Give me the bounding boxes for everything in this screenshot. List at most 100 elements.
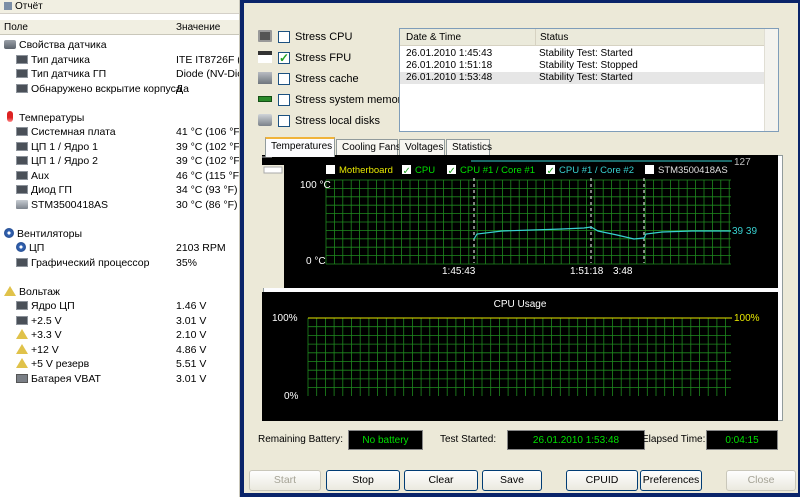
sensor-row[interactable]: ЦП 2103 RPM bbox=[0, 241, 239, 255]
fan-icon bbox=[16, 242, 26, 252]
sensor-row[interactable]: ЦП 1 / Ядро 2 39 °C (102 °F) bbox=[0, 154, 239, 168]
sensor-name: Свойства датчика bbox=[4, 38, 107, 52]
save-button[interactable]: Save bbox=[482, 470, 542, 491]
sensor-name: Вольтаж bbox=[4, 285, 60, 299]
sensor-icon bbox=[4, 40, 16, 49]
sensor-row[interactable]: Диод ГП 34 °C (93 °F) bbox=[0, 183, 239, 197]
remaining-battery-value: No battery bbox=[348, 430, 423, 450]
sensor-name-text: +12 V bbox=[31, 343, 59, 356]
fan-icon bbox=[4, 227, 14, 238]
sensor-row[interactable]: Системная плата 41 °C (106 °F) bbox=[0, 125, 239, 139]
stress-checkbox[interactable] bbox=[278, 48, 290, 68]
sensor-row[interactable]: Температуры bbox=[0, 110, 239, 125]
sensor-name-text: Свойства датчика bbox=[19, 39, 107, 51]
log-status-header[interactable]: Status bbox=[535, 29, 568, 46]
legend-checkbox[interactable] bbox=[645, 165, 654, 174]
sensor-name: Ядро ЦП bbox=[16, 299, 75, 313]
sensor-row[interactable]: Обнаружено вскрытие корпуса Да bbox=[0, 82, 239, 96]
stress-checkbox[interactable] bbox=[278, 31, 290, 43]
preferences-button[interactable]: Preferences bbox=[640, 470, 702, 491]
stress-checkbox[interactable] bbox=[278, 73, 290, 85]
sensor-value: 1.46 V bbox=[176, 300, 207, 312]
sensor-name: Графический процессор bbox=[16, 256, 149, 270]
event-log[interactable]: Date & Time Status 26.01.2010 1:45:43 Sta… bbox=[399, 28, 779, 132]
sensor-row[interactable]: +3.3 V 2.10 V bbox=[0, 328, 239, 342]
sensor-name: STM3500418AS bbox=[16, 198, 108, 212]
legend-check-mark-icon: ✓ bbox=[448, 166, 456, 177]
sensor-row[interactable]: Тип датчика ITE IT8726F (I bbox=[0, 53, 239, 67]
cpu-graph-title: CPU Usage bbox=[494, 299, 547, 310]
stress-option-label: Stress cache bbox=[295, 73, 359, 85]
graph-slider-thumb[interactable] bbox=[263, 166, 283, 174]
tab-statistics[interactable]: Statistics bbox=[446, 139, 492, 156]
sensor-row[interactable]: +5 V резерв 5.51 V bbox=[0, 357, 239, 371]
log-status: Stability Test: Stopped bbox=[539, 60, 638, 71]
sensor-name: Тип датчика bbox=[16, 53, 90, 67]
chip-icon bbox=[16, 170, 28, 180]
sensor-row[interactable]: Вольтаж bbox=[0, 285, 239, 299]
battery-icon bbox=[16, 373, 28, 383]
sensor-value: 39 °C (102 °F) bbox=[176, 155, 240, 167]
sensor-name-text: Тип датчика ГП bbox=[31, 68, 107, 80]
chip-icon bbox=[16, 127, 28, 136]
chip-icon bbox=[16, 185, 28, 194]
sensor-row[interactable]: Aux 46 °C (115 °F) bbox=[0, 169, 239, 183]
sensor-name-text: Вольтаж bbox=[19, 285, 60, 298]
field-column-header[interactable]: Поле bbox=[4, 20, 28, 35]
sensor-row[interactable]: Вентиляторы bbox=[0, 227, 239, 241]
sensor-row[interactable]: STM3500418AS 30 °C (86 °F) bbox=[0, 198, 239, 212]
sensor-row[interactable]: ЦП 1 / Ядро 1 39 °C (102 °F) bbox=[0, 140, 239, 154]
disk-icon bbox=[258, 114, 272, 126]
sensor-name: Обнаружено вскрытие корпуса bbox=[16, 82, 182, 96]
stop-button[interactable]: Stop bbox=[326, 470, 400, 491]
sensor-value: 30 °C (86 °F) bbox=[176, 198, 238, 211]
sensor-row[interactable]: Ядро ЦП 1.46 V bbox=[0, 299, 239, 313]
temperature-legend: Motherboard ✓ CPU ✓ CPU #1 / Core #1 ✓ CPU #1 … bbox=[326, 165, 728, 177]
blank-row bbox=[0, 212, 239, 226]
log-date-header[interactable]: Date & Time bbox=[406, 29, 461, 46]
sensor-row[interactable]: Свойства датчика bbox=[0, 38, 239, 52]
chip-icon bbox=[16, 301, 28, 310]
sensor-name: Батарея VBAT bbox=[16, 372, 101, 386]
log-row[interactable]: 26.01.2010 1:45:43 Stability Test: Starte… bbox=[400, 48, 764, 60]
legend-check-mark-icon: ✓ bbox=[403, 166, 411, 177]
legend-label: CPU #1 / Core #1 bbox=[460, 165, 535, 176]
sensor-name: +2.5 V bbox=[16, 314, 62, 328]
stress-option-label: Stress CPU bbox=[295, 31, 353, 43]
log-date: 26.01.2010 1:45:43 bbox=[406, 48, 493, 59]
y-axis-max-label: 100 °C bbox=[300, 180, 331, 191]
start-button[interactable]: Start bbox=[249, 470, 321, 491]
legend-checkbox[interactable] bbox=[326, 165, 335, 174]
log-scrollbar[interactable] bbox=[764, 29, 778, 131]
close-button[interactable]: Close bbox=[726, 470, 796, 491]
sensor-name: Aux bbox=[16, 169, 49, 183]
value-column-header[interactable]: Значение bbox=[176, 20, 220, 35]
log-status: Stability Test: Started bbox=[539, 72, 633, 83]
log-row[interactable]: 26.01.2010 1:51:18 Stability Test: Stoppe… bbox=[400, 60, 764, 72]
sensor-row[interactable]: Тип датчика ГП Diode (NV-Diod bbox=[0, 67, 239, 81]
tab-temperatures[interactable]: Temperatures bbox=[265, 137, 335, 157]
sensor-row[interactable]: Графический процессор 35% bbox=[0, 256, 239, 270]
sensor-row[interactable]: +2.5 V 3.01 V bbox=[0, 314, 239, 328]
sensor-row[interactable]: +12 V 4.86 V bbox=[0, 343, 239, 357]
stress-checkbox[interactable] bbox=[278, 115, 290, 127]
report-title-bar: Отчёт bbox=[0, 0, 239, 14]
log-row[interactable]: 26.01.2010 1:53:48 Stability Test: Starte… bbox=[400, 72, 764, 84]
sensor-value: 35% bbox=[176, 256, 198, 269]
report-column-header[interactable]: Поле Значение bbox=[0, 20, 239, 35]
legend-label: CPU bbox=[415, 165, 435, 176]
graph-vertical-slider[interactable] bbox=[262, 165, 284, 288]
sensor-name-text: STM3500418AS bbox=[31, 198, 109, 211]
sensor-name-text: Диод ГП bbox=[31, 184, 72, 196]
stress-checkbox[interactable] bbox=[278, 94, 290, 106]
cache-icon bbox=[258, 72, 272, 84]
x-axis-label-1: 1:45:43 bbox=[442, 266, 476, 277]
tab-cooling-fans[interactable]: Cooling Fans bbox=[336, 139, 401, 156]
cpuid-button[interactable]: CPUID bbox=[566, 470, 638, 491]
chip-icon bbox=[16, 83, 28, 93]
tab-voltages[interactable]: Voltages bbox=[399, 139, 445, 156]
sensor-name: +3.3 V bbox=[16, 328, 62, 342]
sensor-row[interactable]: Батарея VBAT 3.01 V bbox=[0, 372, 239, 386]
sensor-name-text: Обнаружено вскрытие корпуса bbox=[31, 82, 182, 95]
clear-button[interactable]: Clear bbox=[404, 470, 478, 491]
